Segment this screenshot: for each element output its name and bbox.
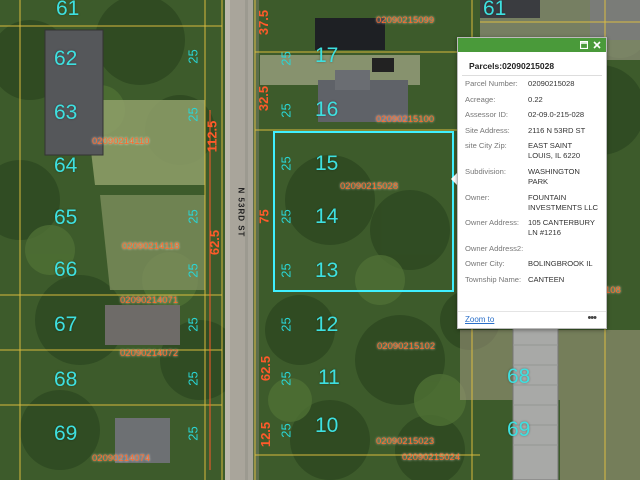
lot-dimension: 25 <box>185 49 201 64</box>
lot-dimension: 25 <box>278 423 294 438</box>
lot-number: 12 <box>315 313 339 336</box>
parcel-id-label: 02090214071 <box>120 295 179 306</box>
selected-parcel-outline[interactable] <box>273 131 454 292</box>
lot-number: 67 <box>54 313 78 336</box>
lot-number: 62 <box>54 47 78 70</box>
lot-dimension: 25 <box>185 263 201 278</box>
attribute-row: Owner Address: 105 CANTERBURY LN #1216 <box>465 218 599 238</box>
popup-title: Parcels:02090215028 <box>462 52 602 76</box>
lot-dimension: 75 <box>256 209 272 224</box>
lot-number: 69 <box>54 422 78 445</box>
lot-number: 66 <box>54 258 78 281</box>
lot-dimension: 25 <box>278 103 294 118</box>
lot-number: 64 <box>54 154 78 177</box>
attribute-key: Acreage: <box>465 94 496 104</box>
parcel-id-label: 02090215023 <box>376 436 435 447</box>
more-options-icon[interactable]: ••• <box>587 312 597 324</box>
lot-dimension: 25 <box>185 209 201 224</box>
lot-dimension: 112.5 <box>204 120 220 153</box>
parcel-id-label: 02090214074 <box>92 453 151 464</box>
attribute-value <box>528 244 599 254</box>
attribute-value: BOLINGBROOK IL <box>528 259 593 269</box>
attribute-key: Owner Address2: <box>465 243 524 253</box>
attribute-row: Subdivision: WASHINGTON PARK <box>465 167 599 187</box>
lot-dimension: 25 <box>278 51 294 66</box>
attribute-value: FOUNTAIN INVESTMENTS LLC <box>528 192 599 212</box>
lot-dimension: 25 <box>185 317 201 332</box>
attribute-value: CANTEEN <box>528 274 565 284</box>
parcel-id-label: 108 <box>605 285 621 296</box>
attribute-list: Parcel Number: 02090215028 Acreage: 0.22 A… <box>458 76 606 285</box>
parcel-id-label: 02090215100 <box>376 114 435 125</box>
attribute-row: site City Zip: EAST SAINT LOUIS, IL 6220 <box>465 141 599 161</box>
attribute-value: EAST SAINT LOUIS, IL 6220 <box>528 141 581 161</box>
attribute-row: Owner Address2: <box>465 244 599 254</box>
attribute-value: 0.22 <box>528 94 543 104</box>
lot-number: 63 <box>54 101 78 124</box>
parcel-id-label: 02090215099 <box>376 15 435 26</box>
lot-dimension: 25 <box>185 371 201 386</box>
lot-number: 68 <box>507 365 531 388</box>
attribute-value: 2116 N 53RD ST <box>528 125 586 135</box>
lot-dimension: 25 <box>278 317 294 332</box>
attribute-key: site City Zip: <box>465 141 507 151</box>
attribute-key: Owner City: <box>465 259 505 269</box>
parcel-id-label: 02090214118 <box>122 241 180 252</box>
attribute-row: Owner: FOUNTAIN INVESTMENTS LLC <box>465 193 599 213</box>
attribute-row: Site Address: 2116 N 53RD ST <box>465 126 599 136</box>
lot-dimension: 62.5 <box>207 229 223 256</box>
attribute-row: Owner City: BOLINGBROOK IL <box>465 259 599 269</box>
lot-dimension: 12.5 <box>258 421 274 448</box>
lot-number: 68 <box>54 368 78 391</box>
attribute-row: Assessor ID: 02-09.0-215-028 <box>465 110 599 120</box>
attribute-key: Owner Address: <box>465 218 520 228</box>
attribute-key: Parcel Number: <box>465 79 518 88</box>
attribute-row: Acreage: 0.22 <box>465 95 599 105</box>
popup-header-bar <box>458 38 606 52</box>
attribute-value: WASHINGTON PARK <box>528 166 580 186</box>
parcel-info-popup: Parcels:02090215028 Parcel Number: 020902… <box>457 37 607 329</box>
parcel-id-label: 02090214072 <box>120 348 179 359</box>
lot-number: 65 <box>54 206 78 229</box>
street-label: N 53RD ST <box>236 187 246 238</box>
attribute-row: Parcel Number: 02090215028 <box>465 79 599 89</box>
attribute-value: 105 CANTERBURY LN #1216 <box>528 218 595 238</box>
lot-dimension: 25 <box>185 107 201 122</box>
parcel-id-label: 02090215024 <box>402 452 461 463</box>
attribute-key: Subdivision: <box>465 166 506 176</box>
lot-number: 17 <box>315 44 339 67</box>
attribute-row: Township Name: CANTEEN <box>465 275 599 285</box>
attribute-value: 02-09.0-215-028 <box>528 110 585 120</box>
lot-number: 69 <box>507 418 531 441</box>
lot-dimension: 32.5 <box>256 85 272 112</box>
attribute-key: Owner: <box>465 192 490 202</box>
lot-dimension: 25 <box>185 426 201 441</box>
lot-dimension: 37.5 <box>256 9 272 36</box>
attribute-value: 02090215028 <box>528 79 575 88</box>
parcel-id-label: 02090215102 <box>377 341 436 352</box>
lot-number: 16 <box>315 98 339 121</box>
lot-dimension: 25 <box>278 371 294 386</box>
popup-footer: Zoom to ••• <box>458 311 606 328</box>
attribute-key: Assessor ID: <box>465 110 509 120</box>
attribute-key: Site Address: <box>465 125 510 135</box>
parcel-id-label: 02090214110 <box>92 136 150 147</box>
close-icon[interactable] <box>591 38 603 52</box>
zoom-to-link[interactable]: Zoom to <box>465 315 494 324</box>
lot-number: 61 <box>56 0 80 20</box>
maximize-icon[interactable] <box>578 38 590 52</box>
lot-number: 61 <box>483 0 507 20</box>
attribute-key: Township Name: <box>465 274 522 284</box>
lot-dimension: 62.5 <box>258 355 274 382</box>
lot-number: 10 <box>315 414 339 437</box>
lot-number: 11 <box>318 366 340 389</box>
